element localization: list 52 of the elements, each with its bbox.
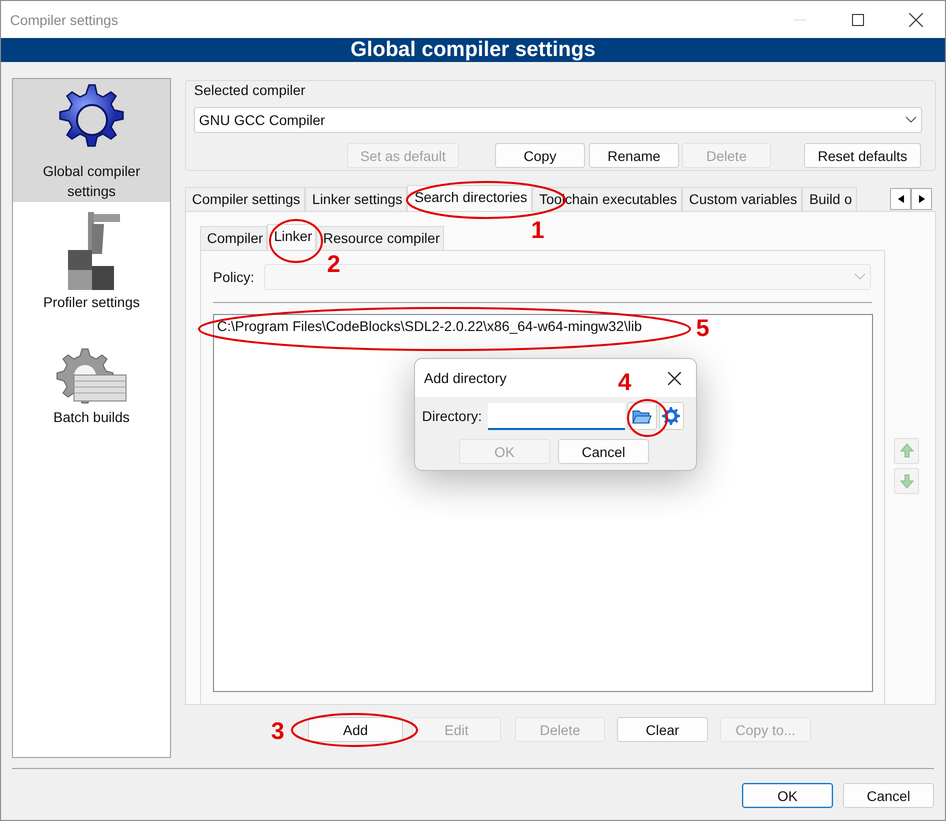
close-icon[interactable]	[909, 12, 923, 26]
folder-icon	[632, 408, 652, 424]
step-number: 2	[327, 251, 340, 279]
dialog-button[interactable]: Cancel	[558, 439, 649, 464]
maximize-icon[interactable]	[852, 14, 864, 26]
tab[interactable]: Compiler	[200, 226, 268, 250]
tab[interactable]: Compiler settings	[185, 187, 306, 211]
close-icon[interactable]	[668, 372, 681, 384]
chevron-icon	[905, 116, 917, 124]
move-down-icon	[898, 473, 914, 489]
step-number: 4	[618, 369, 632, 397]
tab[interactable]: Build o	[802, 187, 857, 211]
sidebar-item[interactable]: Profiler settings	[13, 208, 170, 313]
chevron-icon	[854, 273, 866, 281]
tab[interactable]: Resource compiler	[316, 226, 444, 250]
list-button[interactable]: Add	[308, 717, 403, 742]
scroll-left-icon	[898, 195, 904, 203]
step-number: 5	[696, 315, 710, 343]
tab[interactable]: Linker	[267, 224, 316, 250]
compiler-button[interactable]: Copy	[495, 143, 585, 168]
scroll-left-button[interactable]	[890, 188, 911, 210]
window-title: Compiler settings	[10, 12, 120, 28]
scroll-right-button[interactable]	[911, 188, 932, 210]
sidebar-item-label: Global compiler settings	[42, 162, 142, 201]
compiler-button[interactable]: Reset defaults	[804, 143, 921, 168]
browse-button[interactable]	[626, 402, 657, 430]
list-button[interactable]: Clear	[617, 717, 708, 742]
sidebar-item-label: Profiler settings	[42, 293, 141, 312]
step-number: 3	[271, 718, 284, 746]
step-number: 1	[531, 217, 544, 245]
group-label: Selected compiler	[194, 82, 306, 98]
dialog-title: Add directory	[424, 370, 506, 386]
compiler-button[interactable]: Rename	[589, 143, 679, 168]
settings-icon	[662, 407, 680, 425]
compiler-dropdown[interactable]: GNU GCC Compiler	[194, 107, 922, 133]
highlight-ellipse	[269, 219, 323, 263]
banner-title: Global compiler settings	[1, 38, 945, 62]
directory-input[interactable]	[488, 402, 625, 430]
tab[interactable]: Custom variables	[682, 187, 802, 211]
field-label: Directory:	[422, 408, 482, 424]
move-up-icon	[898, 443, 914, 459]
sidebar-item[interactable]: Batch builds	[13, 343, 170, 428]
tab[interactable]: Linker settings	[305, 187, 408, 211]
tab[interactable]: Search directories	[407, 185, 532, 211]
sidebar-item-label: Batch builds	[52, 408, 131, 427]
settings-button[interactable]	[658, 402, 684, 430]
scroll-right-icon	[918, 195, 924, 203]
highlight-ellipse	[627, 399, 668, 437]
dialog-button[interactable]: Cancel	[843, 783, 934, 808]
sidebar-item[interactable]: Global compiler settings	[13, 79, 170, 202]
policy-label: Policy:	[213, 269, 254, 285]
dialog-button[interactable]: OK	[742, 783, 833, 808]
